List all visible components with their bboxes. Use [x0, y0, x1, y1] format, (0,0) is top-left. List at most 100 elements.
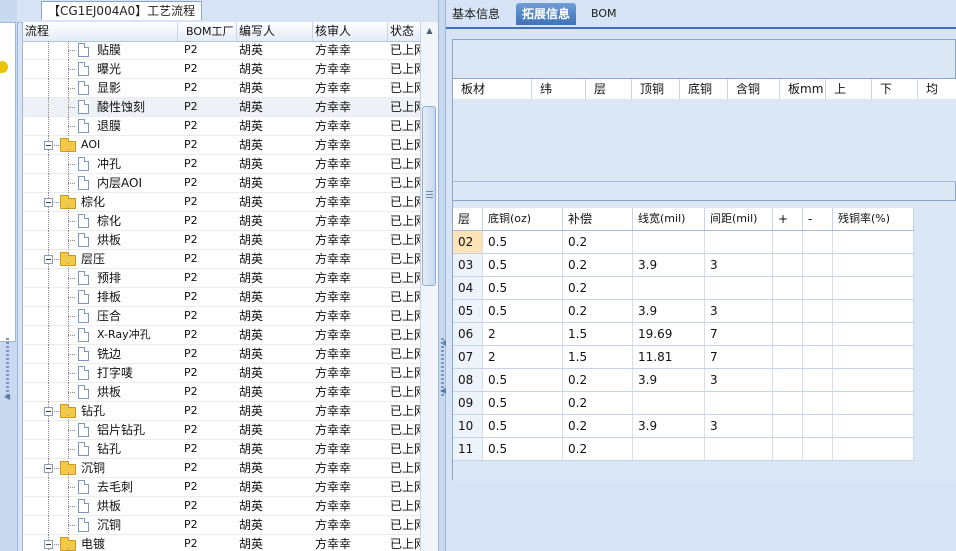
tree-row[interactable]: 曝光 P2 胡英 方幸幸 已上网 [23, 60, 421, 79]
layer-cell-comp[interactable]: 1.5 [563, 346, 633, 368]
layer-cell-layer[interactable]: 04 [453, 277, 483, 299]
col-header-bom[interactable]: BOM工厂 [178, 22, 237, 41]
tree-row[interactable]: 铣边 P2 胡英 方幸幸 已上网 [23, 345, 421, 364]
tree-folder-row[interactable]: AOI P2 胡英 方幸幸 已上网 [23, 136, 421, 155]
layer-cell-comp[interactable]: 0.2 [563, 300, 633, 322]
layer-cell-residual[interactable] [833, 277, 914, 299]
layer-cell-spacing[interactable]: 3 [705, 300, 773, 322]
layer-cell-residual[interactable] [833, 415, 914, 437]
tree-row[interactable]: 打字唛 P2 胡英 方幸幸 已上网 [23, 364, 421, 383]
layer-col-header[interactable]: + [773, 208, 803, 230]
layer-cell-width[interactable]: 3.9 [633, 369, 705, 391]
layer-row[interactable]: 02 0.5 0.2 [453, 231, 914, 254]
layer-cell-layer[interactable]: 06 [453, 323, 483, 345]
tree-row[interactable]: 预排 P2 胡英 方幸幸 已上网 [23, 269, 421, 288]
layer-cell-minus[interactable] [803, 277, 833, 299]
layer-col-header[interactable]: 残铜率(%) [833, 208, 914, 230]
layer-cell-width[interactable]: 3.9 [633, 415, 705, 437]
layer-row[interactable]: 10 0.5 0.2 3.9 3 [453, 415, 914, 438]
board-col-header[interactable]: 板mm [780, 79, 826, 99]
layer-cell-plus[interactable] [773, 254, 803, 276]
layer-cell-minus[interactable] [803, 300, 833, 322]
tab-basic-info[interactable]: 基本信息 [446, 3, 506, 25]
col-header-reviewer[interactable]: 核审人 [313, 22, 388, 41]
board-col-header[interactable]: 上 [826, 79, 872, 99]
layer-row[interactable]: 06 2 1.5 19.69 7 [453, 323, 914, 346]
layer-row[interactable]: 04 0.5 0.2 [453, 277, 914, 300]
layer-cell-residual[interactable] [833, 254, 914, 276]
layer-cell-plus[interactable] [773, 369, 803, 391]
layer-cell-base[interactable]: 0.5 [483, 369, 563, 391]
layer-cell-spacing[interactable] [705, 231, 773, 253]
layer-cell-layer[interactable]: 11 [453, 438, 483, 460]
board-col-header[interactable]: 层 [586, 79, 632, 99]
layer-cell-residual[interactable] [833, 346, 914, 368]
tree-scrollbar[interactable]: ▲ [420, 22, 438, 551]
tree-row[interactable]: 退膜 P2 胡英 方幸幸 已上网 [23, 117, 421, 136]
layer-cell-width[interactable]: 19.69 [633, 323, 705, 345]
tab-bom[interactable]: BOM [585, 3, 623, 25]
layer-cell-plus[interactable] [773, 323, 803, 345]
layer-cell-spacing[interactable]: 3 [705, 369, 773, 391]
layer-cell-layer[interactable]: 05 [453, 300, 483, 322]
layer-cell-spacing[interactable] [705, 277, 773, 299]
layer-cell-minus[interactable] [803, 415, 833, 437]
board-col-header[interactable]: 顶铜 [632, 79, 680, 99]
layer-cell-spacing[interactable]: 3 [705, 254, 773, 276]
layer-cell-minus[interactable] [803, 231, 833, 253]
layer-cell-residual[interactable] [833, 231, 914, 253]
layer-cell-base[interactable]: 2 [483, 323, 563, 345]
tree-folder-row[interactable]: 棕化 P2 胡英 方幸幸 已上网 [23, 193, 421, 212]
layer-cell-minus[interactable] [803, 392, 833, 414]
tree-row[interactable]: 钻孔 P2 胡英 方幸幸 已上网 [23, 440, 421, 459]
layer-col-header[interactable]: 间距(mil) [705, 208, 773, 230]
tree-row[interactable]: 去毛刺 P2 胡英 方幸幸 已上网 [23, 478, 421, 497]
layer-cell-spacing[interactable]: 7 [705, 346, 773, 368]
layer-cell-comp[interactable]: 0.2 [563, 231, 633, 253]
layer-cell-residual[interactable] [833, 392, 914, 414]
collapse-toggle-icon[interactable] [44, 198, 53, 207]
layer-col-header[interactable]: 层 [453, 208, 483, 230]
layer-cell-residual[interactable] [833, 369, 914, 391]
layer-cell-width[interactable]: 3.9 [633, 254, 705, 276]
layer-cell-plus[interactable] [773, 438, 803, 460]
layer-cell-comp[interactable]: 0.2 [563, 277, 633, 299]
layer-cell-width[interactable] [633, 392, 705, 414]
layer-cell-comp[interactable]: 0.2 [563, 438, 633, 460]
layer-cell-width[interactable]: 11.81 [633, 346, 705, 368]
layer-cell-base[interactable]: 0.5 [483, 231, 563, 253]
layer-cell-spacing[interactable]: 7 [705, 323, 773, 345]
layer-row[interactable]: 05 0.5 0.2 3.9 3 [453, 300, 914, 323]
layer-cell-minus[interactable] [803, 369, 833, 391]
layer-cell-layer[interactable]: 07 [453, 346, 483, 368]
layer-cell-plus[interactable] [773, 415, 803, 437]
splitter-grip[interactable] [6, 338, 9, 398]
board-col-header[interactable]: 均 [918, 79, 956, 99]
layer-row[interactable]: 03 0.5 0.2 3.9 3 [453, 254, 914, 277]
tree-row[interactable]: X-Ray冲孔 P2 胡英 方幸幸 已上网 [23, 326, 421, 345]
collapse-toggle-icon[interactable] [44, 407, 53, 416]
layer-cell-plus[interactable] [773, 300, 803, 322]
collapse-toggle-icon[interactable] [44, 540, 53, 549]
board-col-header[interactable]: 纬 [532, 79, 586, 99]
tree-row[interactable]: 显影 P2 胡英 方幸幸 已上网 [23, 79, 421, 98]
collapse-arrow-icon[interactable]: ◀ [4, 392, 10, 401]
tree-row[interactable]: 冲孔 P2 胡英 方幸幸 已上网 [23, 155, 421, 174]
layer-cell-residual[interactable] [833, 323, 914, 345]
collapse-toggle-icon[interactable] [44, 141, 53, 150]
tree-folder-row[interactable]: 沉铜 P2 胡英 方幸幸 已上网 [23, 459, 421, 478]
layer-cell-plus[interactable] [773, 231, 803, 253]
scroll-up-icon[interactable]: ▲ [421, 22, 438, 39]
layer-cell-base[interactable]: 0.5 [483, 277, 563, 299]
layer-cell-base[interactable]: 0.5 [483, 300, 563, 322]
col-header-writer[interactable]: 编写人 [237, 22, 313, 41]
tree-row[interactable]: 酸性蚀刻 P2 胡英 方幸幸 已上网 [23, 98, 421, 117]
tree-row[interactable]: 压合 P2 胡英 方幸幸 已上网 [23, 307, 421, 326]
layer-cell-minus[interactable] [803, 346, 833, 368]
tree-folder-row[interactable]: 电镀 P2 胡英 方幸幸 已上网 [23, 535, 421, 551]
col-header-flow[interactable]: 流程 [23, 22, 178, 41]
layer-cell-comp[interactable]: 0.2 [563, 392, 633, 414]
layer-cell-width[interactable] [633, 277, 705, 299]
layer-cell-width[interactable] [633, 231, 705, 253]
layer-cell-width[interactable]: 3.9 [633, 300, 705, 322]
